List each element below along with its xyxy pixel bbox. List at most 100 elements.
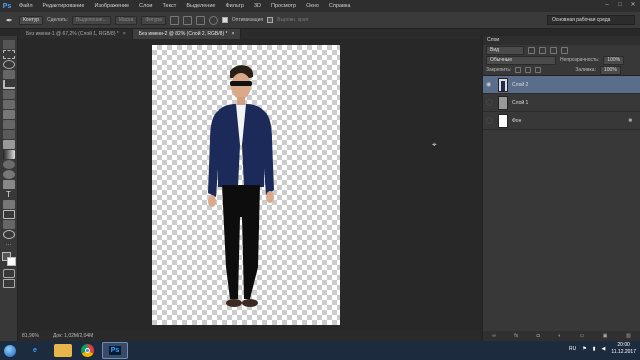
menu-type[interactable]: Текст — [157, 0, 181, 12]
more-tools-icon[interactable]: … — [3, 240, 15, 249]
history-brush-tool-icon[interactable] — [2, 130, 15, 139]
filter-adjust-icon[interactable] — [539, 46, 546, 54]
dodge-tool-icon[interactable] — [2, 170, 15, 179]
mode-select[interactable]: Контур — [19, 15, 44, 25]
close-icon[interactable]: × — [123, 29, 126, 39]
eraser-tool-icon[interactable] — [2, 140, 15, 149]
minimize-icon[interactable]: – — [602, 1, 612, 10]
close-icon[interactable]: ✕ — [628, 1, 638, 10]
layer-item[interactable]: ◉ Слой 2 — [483, 76, 640, 94]
group-icon[interactable]: ▭ — [580, 333, 585, 339]
path-arrangement-icon[interactable] — [195, 15, 205, 25]
healing-brush-tool-icon[interactable] — [2, 100, 15, 109]
network-icon[interactable]: ▮ — [593, 346, 596, 352]
clock[interactable]: 20:00 11.12.2017 — [611, 342, 636, 356]
fx-icon[interactable]: fx — [514, 333, 518, 339]
make-shape-button[interactable]: Фигура — [141, 15, 166, 25]
menu-filter[interactable]: Фильтр — [220, 0, 248, 12]
fill-input[interactable]: 100% — [599, 65, 621, 75]
link-layers-icon[interactable]: ∞ — [492, 333, 496, 339]
eye-icon[interactable]: ◯ — [486, 99, 494, 106]
crop-tool-icon[interactable] — [2, 80, 15, 89]
rubber-band-checkbox[interactable] — [221, 17, 228, 23]
lasso-tool-icon[interactable] — [2, 60, 15, 69]
lock-all-icon[interactable] — [535, 67, 542, 73]
canvas-area[interactable]: ⌖ — [20, 39, 480, 331]
quick-select-tool-icon[interactable] — [2, 70, 15, 79]
path-select-tool-icon[interactable] — [2, 200, 15, 209]
ps-logo: Ps — [2, 2, 12, 10]
menu-items: Файл Редактирование Изображение Слои Тек… — [14, 0, 355, 12]
path-operations-icon[interactable] — [169, 15, 179, 25]
trash-icon[interactable]: ▥ — [626, 333, 631, 339]
filter-type-icon[interactable] — [550, 46, 557, 54]
system-tray: RU ⚑ ▮ ◀ 20:00 11.12.2017 — [569, 342, 636, 356]
taskbar-chrome-icon[interactable] — [74, 342, 100, 359]
menu-layers[interactable]: Слои — [134, 0, 157, 12]
hand-tool-icon[interactable] — [2, 220, 15, 229]
pen-tool-icon-side[interactable] — [2, 180, 15, 189]
menu-3d[interactable]: 3D — [249, 0, 266, 12]
document-canvas[interactable] — [152, 45, 340, 325]
move-tool-icon[interactable] — [2, 40, 15, 49]
maximize-icon[interactable]: □ — [615, 1, 625, 10]
menu-view[interactable]: Просмотр — [266, 0, 301, 12]
layer-thumbnail — [498, 77, 508, 92]
add-mask-icon[interactable]: ◘ — [537, 333, 540, 339]
layers-tab[interactable]: Слои — [483, 36, 640, 45]
taskbar-explorer-icon[interactable] — [54, 344, 72, 357]
taskbar-photoshop-icon[interactable]: Ps — [102, 342, 128, 359]
lock-position-icon[interactable] — [525, 67, 532, 73]
align-edges-checkbox[interactable] — [267, 17, 274, 23]
background-color[interactable] — [6, 257, 16, 266]
adjustment-layer-icon[interactable]: ◐ — [558, 333, 561, 339]
filter-pixel-icon[interactable] — [528, 46, 535, 54]
lock-icon[interactable]: ■ — [628, 118, 632, 124]
make-mask-button[interactable]: Маска — [114, 15, 138, 25]
color-swatches[interactable] — [1, 252, 16, 266]
quick-mask-icon[interactable] — [2, 269, 15, 278]
language-indicator[interactable]: RU — [569, 346, 576, 352]
new-layer-icon[interactable]: ▣ — [603, 333, 608, 339]
gear-icon[interactable] — [208, 15, 218, 25]
tab-title: Без имени-2 @ 82% (Слой 2, RGB/8) * — [138, 31, 228, 37]
flag-icon[interactable]: ⚑ — [582, 346, 586, 352]
eye-icon[interactable]: ◯ — [486, 117, 494, 124]
layer-item[interactable]: ◯ Слой 1 — [483, 94, 640, 112]
tab-document-1[interactable]: Без имени-1 @ 67,2% (Слой 1, RGB/8) * × — [20, 29, 133, 39]
menu-select[interactable]: Выделение — [181, 0, 220, 12]
clone-stamp-tool-icon[interactable] — [2, 120, 15, 129]
lock-pixels-icon[interactable] — [515, 67, 522, 73]
pen-tool-icon[interactable]: ✒ — [6, 16, 15, 25]
close-icon[interactable]: × — [231, 29, 234, 39]
eye-icon[interactable]: ◉ — [486, 81, 494, 88]
menu-edit[interactable]: Редактирование — [38, 0, 90, 12]
blend-mode-select[interactable]: Обычные — [486, 55, 556, 65]
menu-help[interactable]: Справка — [324, 0, 356, 12]
brush-tool-icon[interactable] — [2, 110, 15, 119]
gradient-tool-icon[interactable] — [2, 150, 15, 159]
volume-icon[interactable]: ◀ — [601, 346, 605, 352]
marquee-tool-icon[interactable] — [2, 50, 15, 59]
path-alignment-icon[interactable] — [182, 15, 192, 25]
make-selection-button[interactable]: Выделение... — [72, 15, 111, 25]
zoom-level[interactable]: 81,96% — [22, 331, 39, 341]
opacity-input[interactable]: 100% — [603, 55, 625, 65]
align-edges-label: Выровн. края — [277, 17, 309, 23]
menu-window[interactable]: Окно — [301, 0, 324, 12]
filter-shape-icon[interactable] — [561, 46, 568, 54]
shape-tool-icon[interactable] — [2, 210, 15, 219]
eyedropper-tool-icon[interactable] — [2, 90, 15, 99]
layer-item[interactable]: ◯ Фон ■ — [483, 112, 640, 130]
workspace-select[interactable]: Основная рабочая среда — [547, 15, 635, 25]
tab-document-2[interactable]: Без имени-2 @ 82% (Слой 2, RGB/8) * × — [132, 29, 242, 39]
zoom-tool-icon[interactable] — [2, 230, 15, 239]
kind-filter-select[interactable]: Вид — [486, 45, 524, 55]
taskbar-ie-icon[interactable]: e — [22, 342, 48, 359]
menu-file[interactable]: Файл — [14, 0, 38, 12]
start-button[interactable] — [0, 341, 20, 360]
type-tool-icon[interactable]: T — [3, 190, 15, 199]
menu-image[interactable]: Изображение — [89, 0, 134, 12]
screen-mode-icon[interactable] — [2, 279, 15, 288]
blur-tool-icon[interactable] — [2, 160, 15, 169]
